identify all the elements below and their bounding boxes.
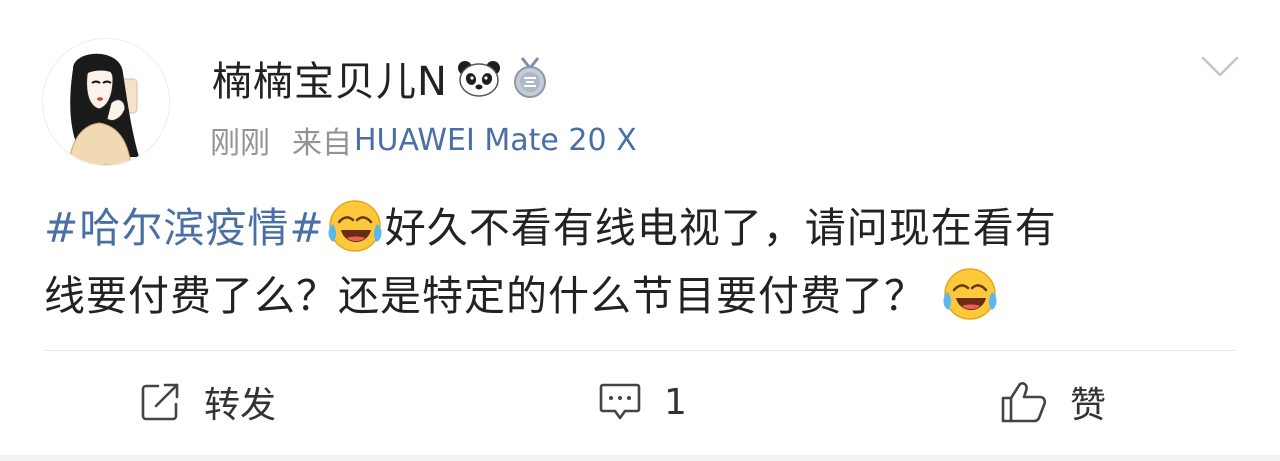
avatar[interactable] xyxy=(42,38,170,166)
laugh-cry-emoji-icon xyxy=(942,266,998,322)
share-icon xyxy=(140,382,182,422)
comment-count: 1 xyxy=(664,381,687,423)
chevron-down-icon[interactable] xyxy=(1200,54,1240,80)
comment-icon xyxy=(598,381,642,423)
panda-icon xyxy=(456,58,502,98)
post-line-2: 线要付费了么？还是特定的什么节目要付费了？ xyxy=(44,262,1234,330)
medal-badge-icon[interactable] xyxy=(510,56,550,100)
like-label: 赞 xyxy=(1070,385,1107,426)
repost-button[interactable]: 转发 xyxy=(140,374,276,430)
username[interactable]: 楠楠宝贝儿N xyxy=(212,49,448,107)
source-device-link[interactable]: HUAWEI Mate 20 X xyxy=(354,123,637,158)
post-meta: 刚刚 来自 HUAWEI Mate 20 X xyxy=(210,118,637,162)
like-button[interactable]: 赞 xyxy=(1000,374,1106,430)
author-row: 楠楠宝贝儿N xyxy=(212,49,550,107)
divider xyxy=(44,350,1236,351)
source-prefix: 来自 xyxy=(292,126,352,161)
post-text-line-1: 好久不看有线电视了，请问现在看有 xyxy=(384,204,1057,252)
repost-label: 转发 xyxy=(204,385,277,426)
laugh-cry-emoji-icon xyxy=(327,198,383,254)
feed-separator xyxy=(0,455,1280,461)
hashtag-link[interactable]: #哈尔滨疫情# xyxy=(44,204,325,252)
post-time: 刚刚 xyxy=(210,126,270,161)
comment-button[interactable]: 1 xyxy=(598,374,687,430)
post-line-1: #哈尔滨疫情# 好久不看有线电视了，请问现在看有 xyxy=(44,194,1234,262)
post-content: #哈尔滨疫情# 好久不看有线电视了，请问现在看有 线要付费了么？还是特定的什么节… xyxy=(44,194,1234,330)
thumbs-up-icon xyxy=(1000,380,1048,424)
post-text-line-2: 线要付费了么？还是特定的什么节目要付费了？ xyxy=(44,272,926,320)
